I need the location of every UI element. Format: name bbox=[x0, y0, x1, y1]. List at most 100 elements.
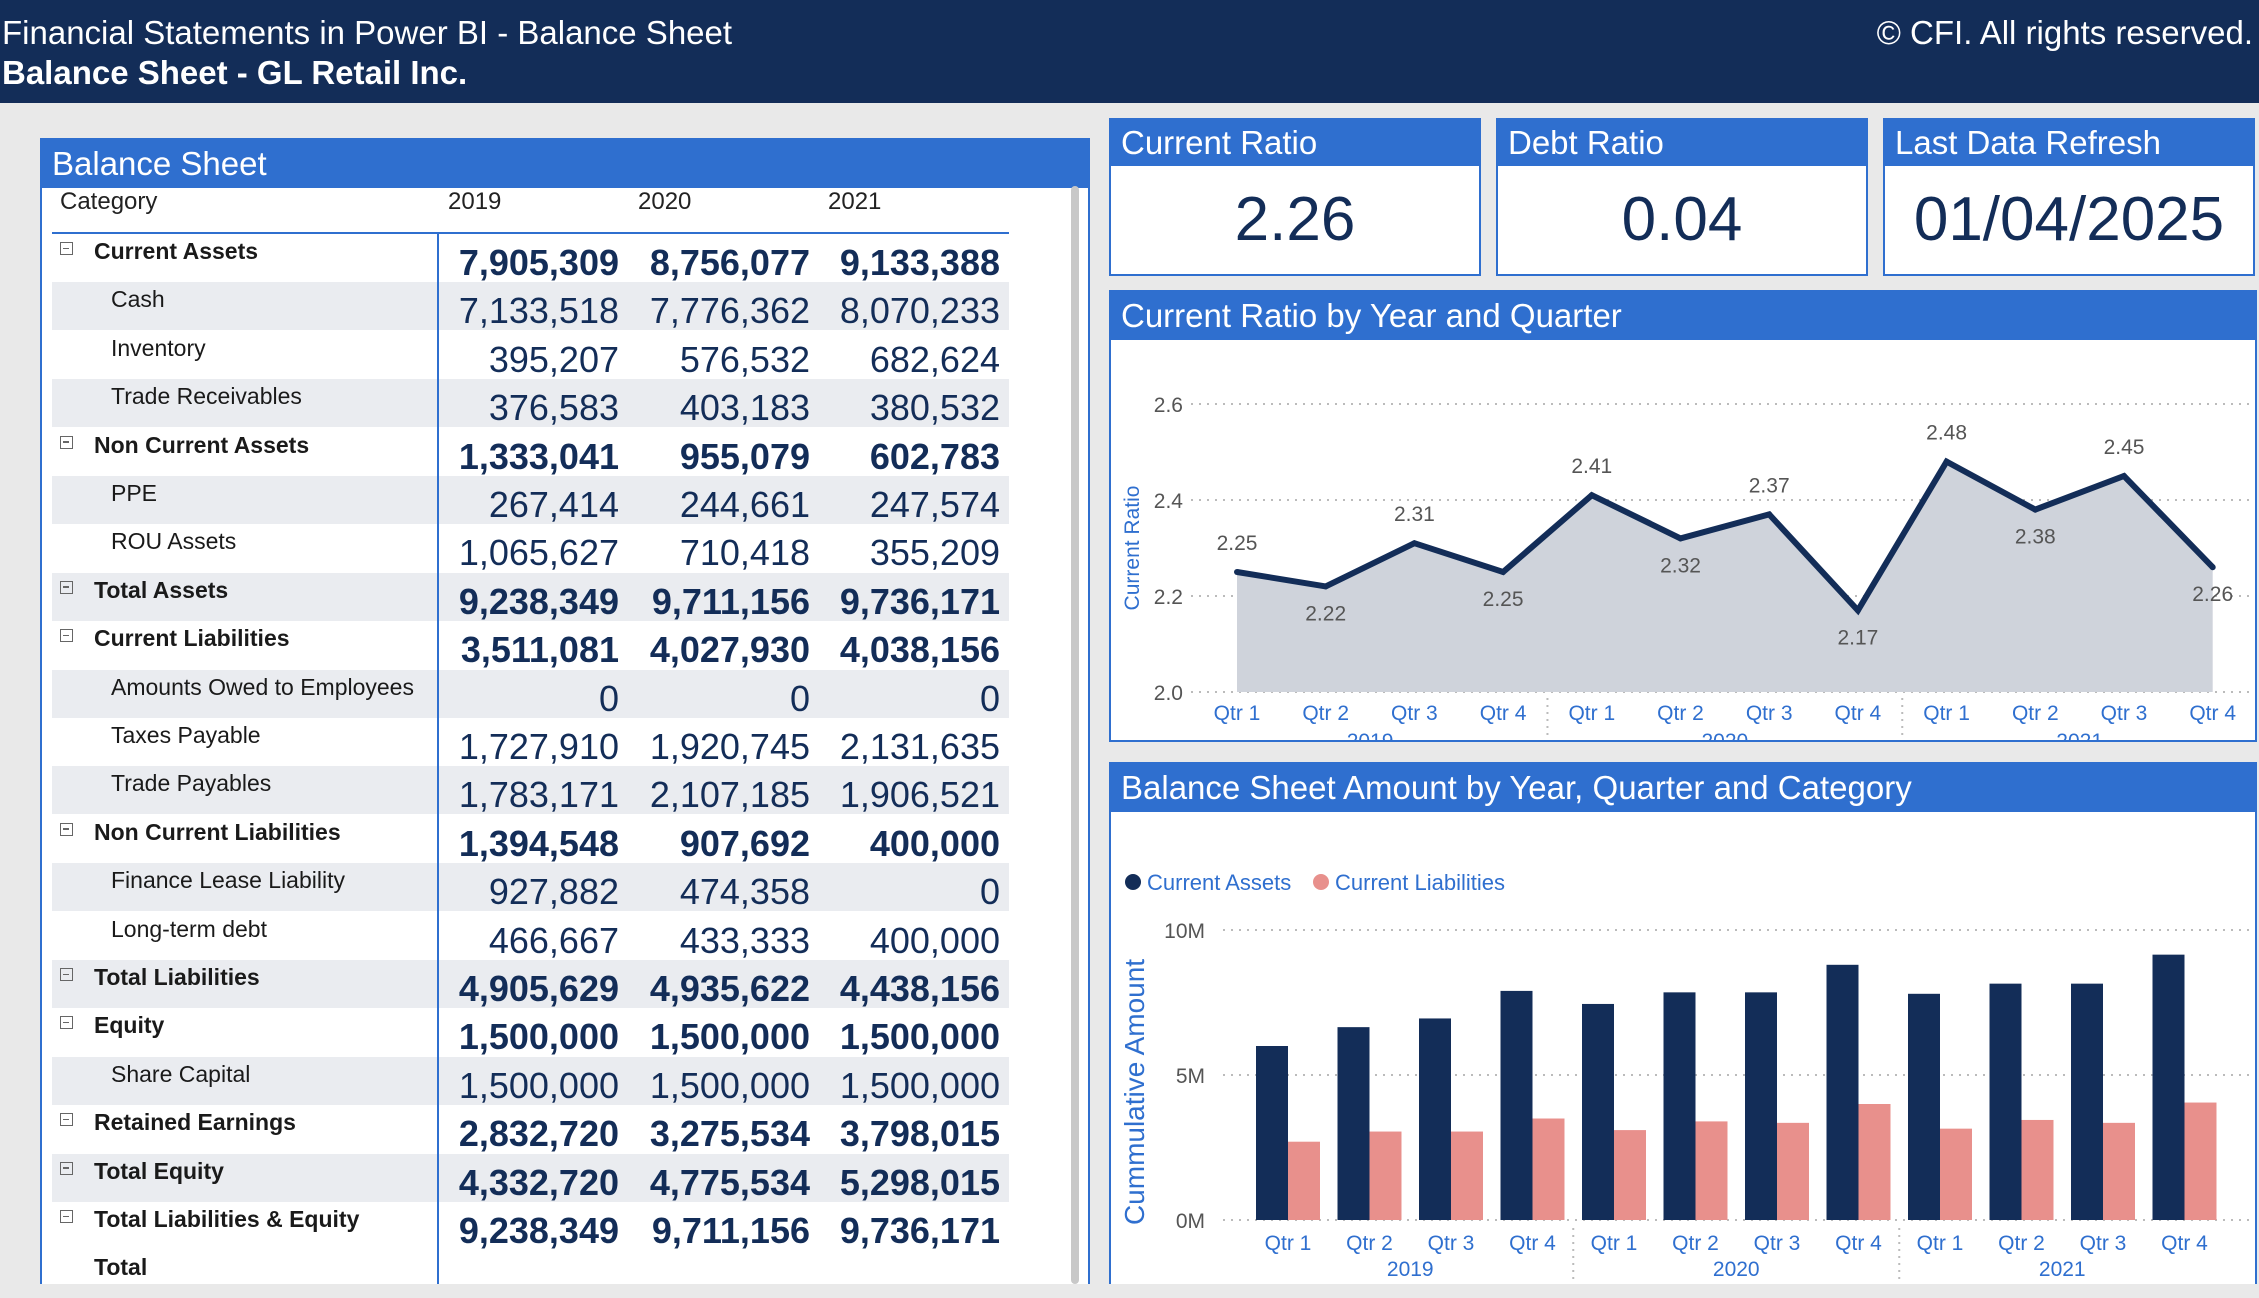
collapse-toggle-icon[interactable] bbox=[60, 1113, 73, 1127]
row-value-2020: 474,358 bbox=[679, 871, 810, 913]
x-tick-label: Qtr 3 bbox=[2101, 702, 2148, 725]
row-category-label: Total Assets bbox=[94, 576, 229, 603]
table-scrollbar[interactable] bbox=[1071, 186, 1079, 1284]
row-category-label: Retained Earnings bbox=[94, 1109, 296, 1136]
row-value-2021: 0 bbox=[979, 871, 1000, 913]
table-row[interactable]: Total Liabilities & Equity 9,238,349 9,711… bbox=[52, 1202, 1009, 1251]
copyright-text: © CFI. All rights reserved. bbox=[1876, 14, 2253, 51]
row-value-2021: 5,298,015 bbox=[839, 1161, 1000, 1203]
collapse-toggle-icon[interactable] bbox=[60, 968, 73, 981]
kpi-value: 0.04 bbox=[1621, 185, 1743, 254]
collapse-toggle-icon[interactable] bbox=[60, 242, 73, 255]
table-row[interactable]: Retained Earnings 2,832,720 3,275,534 3,798… bbox=[52, 1105, 1009, 1155]
table-row[interactable]: Long-term debt 466,667 433,333 400,000 bbox=[52, 912, 1009, 961]
collapse-toggle-icon[interactable] bbox=[60, 822, 73, 836]
total-row: Total bbox=[52, 1250, 1009, 1298]
x-group-label: 2021 bbox=[2056, 730, 2103, 740]
data-label: 2.38 bbox=[2015, 526, 2056, 549]
bar-current-assets bbox=[1663, 992, 1696, 1220]
column-divider bbox=[437, 234, 439, 1284]
row-value-2020: 9,711,156 bbox=[651, 580, 810, 622]
bar-current-assets bbox=[2152, 954, 2185, 1220]
table-row[interactable]: Total Equity 4,332,720 4,775,534 5,298,015 bbox=[52, 1153, 1009, 1203]
balance-amount-chart[interactable]: 0M 5M 10M Current Assets Current Liabilities… bbox=[1111, 812, 2255, 1298]
bar-current-liabilities bbox=[1451, 1131, 1483, 1220]
row-category-label: Total Equity bbox=[94, 1157, 224, 1184]
bar-current-liabilities bbox=[1532, 1118, 1565, 1220]
row-value-2020: 433,333 bbox=[679, 919, 810, 961]
collapse-toggle-icon[interactable] bbox=[60, 1210, 73, 1223]
row-value-2020: 4,775,534 bbox=[649, 1161, 810, 1203]
table-row[interactable]: Share Capital 1,500,000 1,500,000 1,500,000 bbox=[52, 1056, 1009, 1106]
x-tick-label: Qtr 2 bbox=[1672, 1232, 1719, 1255]
data-label: 2.41 bbox=[1571, 455, 1612, 478]
x-tick-label: Qtr 2 bbox=[1346, 1232, 1393, 1255]
collapse-toggle-icon[interactable] bbox=[60, 1016, 73, 1030]
row-value-2021: 682,624 bbox=[869, 338, 1000, 380]
table-row[interactable]: Non Current Liabilities 1,394,548 907,692 4… bbox=[52, 815, 1009, 864]
x-tick-label: Qtr 2 bbox=[1657, 702, 1704, 725]
collapse-toggle-icon[interactable] bbox=[60, 580, 73, 594]
table-row[interactable]: Amounts Owed to Employees 0 0 0 bbox=[52, 669, 1009, 719]
row-value-2019: 1,065,627 bbox=[458, 532, 619, 574]
table-row[interactable]: PPE 267,414 244,661 247,574 bbox=[52, 476, 1009, 525]
table-row[interactable]: Non Current Assets 1,333,041 955,079 602,78… bbox=[52, 428, 1009, 477]
kpi-value: 01/04/2025 bbox=[1913, 185, 2225, 254]
row-category-label: Amounts Owed to Employees bbox=[111, 673, 414, 700]
x-axis-title: Quarter bbox=[1689, 1279, 1784, 1284]
collapse-toggle-icon[interactable] bbox=[60, 435, 73, 449]
row-value-2020: 1,500,000 bbox=[649, 1064, 810, 1106]
row-value-2019: 7,133,518 bbox=[458, 290, 619, 332]
table-row[interactable]: Trade Payables 1,783,171 2,107,185 1,906,52… bbox=[52, 766, 1009, 816]
row-value-2019: 1,500,000 bbox=[458, 1064, 619, 1106]
table-row[interactable]: Taxes Payable 1,727,910 1,920,745 2,131,635 bbox=[52, 718, 1009, 767]
row-value-2019: 3,511,081 bbox=[460, 629, 619, 671]
table-row[interactable]: Current Assets 7,905,309 8,756,077 9,133,38… bbox=[52, 234, 1009, 283]
column-header-2020[interactable]: 2020 bbox=[638, 188, 691, 216]
row-value-2020: 244,661 bbox=[679, 484, 810, 525]
ratio-point bbox=[1943, 458, 1950, 465]
table-row[interactable]: Trade Receivables 376,583 403,183 380,532 bbox=[52, 379, 1009, 428]
chart-title: Current Ratio by Year and Quarter bbox=[1111, 292, 2255, 340]
collapse-toggle-icon[interactable] bbox=[60, 1161, 73, 1175]
row-value-2021: 1,906,521 bbox=[839, 774, 1000, 816]
bar-current-liabilities bbox=[1369, 1131, 1402, 1220]
table-row[interactable]: Current Liabilities 3,511,081 4,027,930 4,0… bbox=[52, 621, 1009, 671]
row-value-2020: 955,079 bbox=[679, 435, 810, 477]
y-tick-label: 0M bbox=[1176, 1210, 1205, 1233]
x-tick-label: Qtr 3 bbox=[1754, 1232, 1801, 1255]
table-row[interactable]: Total Assets 9,238,349 9,711,156 9,736,171 bbox=[52, 572, 1009, 622]
ratio-point bbox=[1677, 535, 1684, 542]
bar-current-liabilities bbox=[1858, 1104, 1891, 1220]
kpi-title: Current Ratio bbox=[1111, 120, 1479, 166]
column-header-category[interactable]: Category bbox=[60, 188, 157, 216]
row-category-label: Share Capital bbox=[111, 1060, 251, 1087]
row-value-2019: 0 bbox=[598, 677, 619, 719]
collapse-toggle-icon[interactable] bbox=[60, 629, 73, 643]
row-value-2019: 2,832,720 bbox=[458, 1113, 619, 1155]
x-tick-label: Qtr 2 bbox=[1302, 702, 1349, 725]
y-tick-label: 5M bbox=[1176, 1065, 1205, 1088]
bar-current-assets bbox=[1908, 993, 1940, 1220]
table-row[interactable]: Total Liabilities 4,905,629 4,935,622 4,438… bbox=[52, 960, 1009, 1009]
table-row[interactable]: Inventory 395,207 576,532 682,624 bbox=[52, 331, 1009, 380]
row-value-2019: 1,783,171 bbox=[458, 774, 619, 816]
row-value-2021: 355,209 bbox=[869, 532, 1000, 574]
column-header-2021[interactable]: 2021 bbox=[828, 188, 881, 216]
row-category-label: Trade Payables bbox=[111, 770, 272, 797]
row-value-2021: 400,000 bbox=[869, 822, 1000, 864]
data-label: 2.31 bbox=[1394, 503, 1435, 526]
row-category-label: Current Liabilities bbox=[94, 625, 290, 652]
x-tick-label: Qtr 3 bbox=[1746, 702, 1793, 725]
table-row[interactable]: Cash 7,133,518 7,776,362 8,070,233 bbox=[52, 282, 1009, 332]
table-row[interactable]: ROU Assets 1,065,627 710,418 355,209 bbox=[52, 524, 1009, 574]
table-row[interactable]: Equity 1,500,000 1,500,000 1,500,000 bbox=[52, 1008, 1009, 1057]
bar-current-liabilities bbox=[2103, 1122, 2135, 1220]
bar-current-assets bbox=[1337, 1027, 1370, 1220]
table-row[interactable]: Finance Lease Liability 927,882 474,358 0 bbox=[52, 863, 1009, 913]
column-header-2019[interactable]: 2019 bbox=[448, 188, 501, 216]
current-ratio-chart[interactable]: 2.0 2.2 2.4 2.6 2.25 2.22 2.31 2.25 2.41 2.32 2.37… bbox=[1111, 340, 2255, 785]
bar-current-liabilities bbox=[2021, 1119, 2054, 1220]
row-value-2019: 9,238,349 bbox=[458, 580, 619, 622]
bar-current-liabilities bbox=[1288, 1141, 1320, 1220]
